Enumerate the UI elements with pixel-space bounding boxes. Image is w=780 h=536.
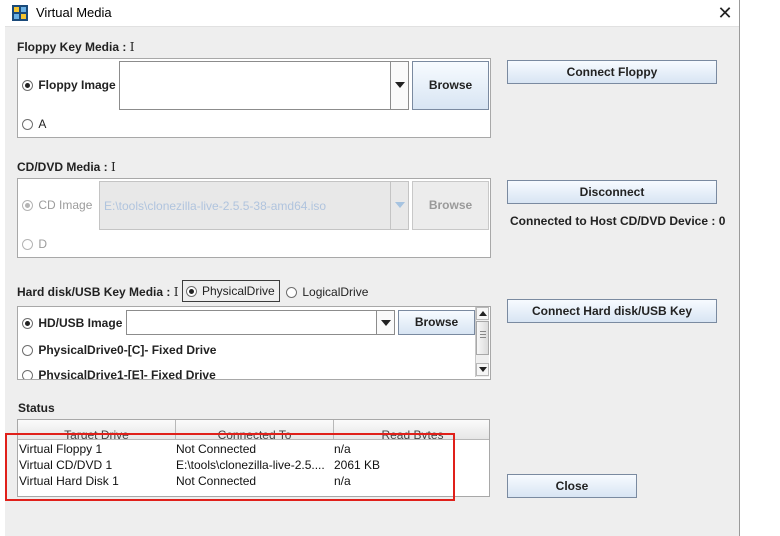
cd-combo-dropdown-icon[interactable]: [390, 182, 408, 229]
hd-combo-dropdown-icon[interactable]: [376, 311, 394, 334]
scroll-down-icon[interactable]: [476, 363, 489, 376]
connect-harddisk-button[interactable]: Connect Hard disk/USB Key: [507, 299, 717, 323]
harddisk-list-scrollbar[interactable]: [475, 307, 489, 377]
floppy-a-radio[interactable]: A: [22, 117, 46, 131]
floppy-combo-dropdown-icon[interactable]: [390, 62, 408, 109]
harddisk-section-text: Hard disk/USB Key Media :: [17, 285, 171, 299]
status-section-label: Status: [18, 401, 55, 415]
floppy-browse-button[interactable]: Browse: [412, 61, 489, 110]
cd-image-radio-label: CD Image: [38, 198, 93, 212]
cd-d-radio-circle[interactable]: [22, 239, 33, 251]
cd-connection-status: Connected to Host CD/DVD Device : 0: [510, 214, 726, 228]
cd-browse-button[interactable]: Browse: [412, 181, 489, 230]
physicaldrive1-radio-label: PhysicalDrive1-[E]- Fixed Drive: [38, 368, 216, 380]
disconnect-button[interactable]: Disconnect: [507, 180, 717, 204]
floppy-image-radio-label: Floppy Image: [38, 78, 116, 92]
physical-drive-radio-circle[interactable]: [186, 286, 197, 297]
app-icon: [12, 5, 28, 21]
floppy-cursor-mark: I: [129, 40, 135, 54]
cd-d-radio[interactable]: D: [22, 237, 47, 251]
virtual-media-window: Virtual Media ✕ Floppy Key Media : I Flo…: [0, 0, 740, 536]
hd-usb-image-radio-circle[interactable]: [22, 318, 33, 330]
floppy-a-radio-circle[interactable]: [22, 119, 33, 131]
cd-d-radio-label: D: [38, 237, 48, 251]
cddvd-cursor-mark: I: [111, 160, 116, 174]
cd-image-combo[interactable]: E:\tools\clonezilla-live-2.5.5-38-amd64.…: [99, 181, 409, 230]
physical-drive-radio-label: PhysicalDrive: [202, 284, 275, 298]
floppy-a-radio-label: A: [38, 117, 47, 131]
cddvd-section-text: CD/DVD Media :: [17, 160, 108, 174]
physicaldrive0-radio[interactable]: PhysicalDrive0-[C]- Fixed Drive: [22, 343, 216, 357]
close-button[interactable]: Close: [507, 474, 637, 498]
physicaldrive0-radio-circle[interactable]: [22, 345, 33, 357]
title-bar: Virtual Media ✕: [0, 0, 739, 27]
physicaldrive0-radio-label: PhysicalDrive0-[C]- Fixed Drive: [38, 343, 217, 357]
hd-image-combo[interactable]: [126, 310, 395, 335]
cddvd-section-label: CD/DVD Media : I: [17, 160, 116, 174]
harddisk-list-panel: HD/USB Image Browse PhysicalDrive0-[C]- …: [17, 306, 491, 380]
floppy-section-text: Floppy Key Media :: [17, 40, 127, 54]
physicaldrive1-radio-circle[interactable]: [22, 370, 33, 379]
connect-floppy-button[interactable]: Connect Floppy: [507, 60, 717, 84]
harddisk-section-label: Hard disk/USB Key Media : I: [17, 285, 178, 299]
window-title: Virtual Media: [36, 5, 112, 20]
floppy-image-radio-circle[interactable]: [22, 80, 33, 92]
highlight-annotation-box: [5, 433, 455, 501]
logical-drive-radio[interactable]: LogicalDrive: [286, 285, 368, 299]
logical-drive-radio-label: LogicalDrive: [302, 285, 369, 299]
floppy-image-combo[interactable]: [119, 61, 409, 110]
logical-drive-radio-circle[interactable]: [286, 287, 297, 299]
floppy-image-radio[interactable]: Floppy Image: [22, 78, 116, 92]
window-close-icon[interactable]: ✕: [712, 1, 738, 25]
scroll-thumb[interactable]: [476, 321, 489, 355]
floppy-section-label: Floppy Key Media : I: [17, 40, 134, 54]
hd-usb-image-radio-label: HD/USB Image: [38, 316, 123, 330]
hd-browse-button[interactable]: Browse: [398, 310, 475, 335]
harddisk-cursor-mark: I: [173, 285, 179, 299]
cd-image-radio[interactable]: CD Image: [22, 198, 92, 212]
physical-drive-radio[interactable]: PhysicalDrive: [182, 280, 280, 302]
scroll-up-icon[interactable]: [476, 307, 489, 320]
physicaldrive1-radio[interactable]: PhysicalDrive1-[E]- Fixed Drive: [22, 368, 216, 380]
cd-image-radio-circle[interactable]: [22, 200, 33, 212]
hd-usb-image-radio[interactable]: HD/USB Image: [22, 316, 122, 330]
cd-combo-value: E:\tools\clonezilla-live-2.5.5-38-amd64.…: [104, 199, 327, 213]
